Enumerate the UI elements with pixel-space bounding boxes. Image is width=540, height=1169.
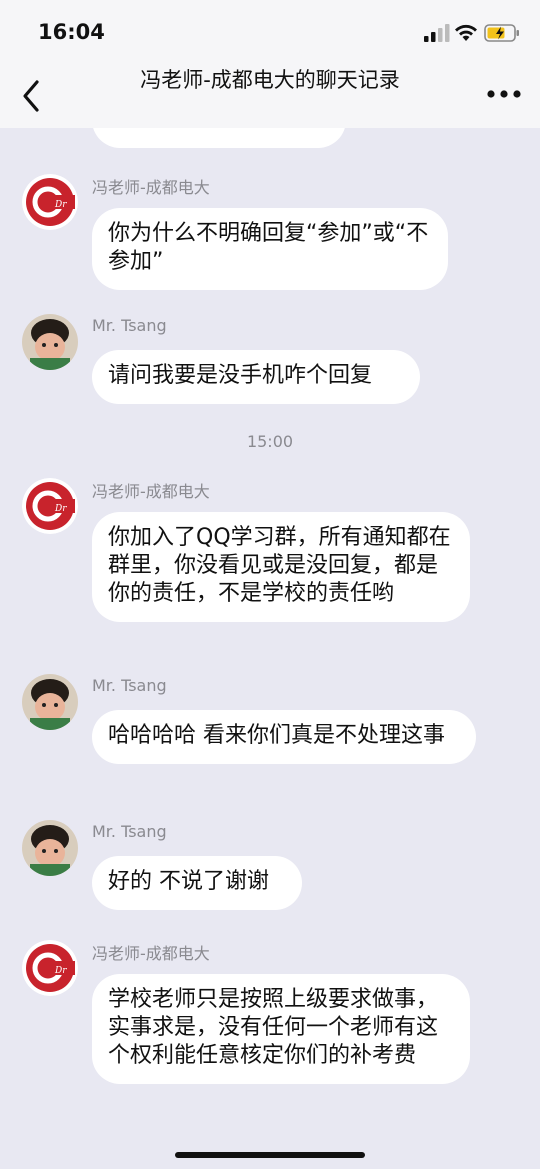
status-bar: 16:04 [0,0,540,62]
wifi-icon [455,24,477,41]
status-time: 16:04 [38,20,105,44]
chevron-left-icon[interactable] [18,78,48,114]
avatar-user[interactable] [22,820,78,876]
message-text: 哈哈哈哈 看来你们真是不处理这事 [108,723,445,748]
avatar-user[interactable] [22,674,78,730]
sender-name: 冯老师-成都电大 [92,944,210,963]
teacher-logo-icon: Dr [22,940,78,996]
user-avatar-icon [22,314,78,370]
message-bubble[interactable]: 哈哈哈哈 看来你们真是不处理这事 [92,710,476,764]
message-bubble[interactable]: 你为什么不明确回复“参加”或“不参加” [92,208,448,290]
svg-text:Dr: Dr [54,200,67,210]
signal-icon [424,24,450,42]
message-bubble[interactable]: 你加入了QQ学习群，所有通知都在群里，你没看见或是没回复，都是你的责任，不是学校… [92,512,470,622]
page-title: 冯老师-成都电大的聊天记录 [140,68,400,92]
sender-name: Mr. Tsang [92,676,167,695]
timestamp: 15:00 [246,432,294,451]
avatar-teacher[interactable]: Dr [22,174,78,230]
message-bubble[interactable]: 请问我要是没手机咋个回复 [92,350,420,404]
teacher-logo-icon: Dr [22,478,78,534]
user-avatar-icon [22,674,78,730]
message-bubble-partial [92,128,346,148]
sender-name: Mr. Tsang [92,316,167,335]
message-text: 你加入了QQ学习群，所有通知都在群里，你没看见或是没回复，都是你的责任，不是学校… [108,525,451,606]
chat-area[interactable]: Dr 冯老师-成都电大 你为什么不明确回复“参加”或“不参加” Mr. Tsan… [0,128,540,1169]
home-indicator [175,1152,365,1158]
battery-charging-icon [484,24,519,42]
svg-text:Dr: Dr [54,504,67,514]
teacher-logo-icon: Dr [22,174,78,230]
avatar-teacher[interactable]: Dr [22,478,78,534]
avatar-teacher[interactable]: Dr [22,940,78,996]
more-dots-icon[interactable] [486,84,522,104]
nav-bar: 冯老师-成都电大的聊天记录 [0,62,540,128]
message-bubble[interactable]: 好的 不说了谢谢 [92,856,302,910]
avatar-user[interactable] [22,314,78,370]
message-bubble[interactable]: 学校老师只是按照上级要求做事，实事求是，没有任何一个老师有这个权利能任意核定你们… [92,974,470,1084]
message-text: 好的 不说了谢谢 [108,869,269,894]
user-avatar-icon [22,820,78,876]
sender-name: 冯老师-成都电大 [92,482,210,501]
svg-text:Dr: Dr [54,966,67,976]
sender-name: 冯老师-成都电大 [92,178,210,197]
message-text: 你为什么不明确回复“参加”或“不参加” [108,221,429,274]
sender-name: Mr. Tsang [92,822,167,841]
message-text: 学校老师只是按照上级要求做事，实事求是，没有任何一个老师有这个权利能任意核定你们… [108,987,439,1068]
message-text: 请问我要是没手机咋个回复 [108,363,373,388]
